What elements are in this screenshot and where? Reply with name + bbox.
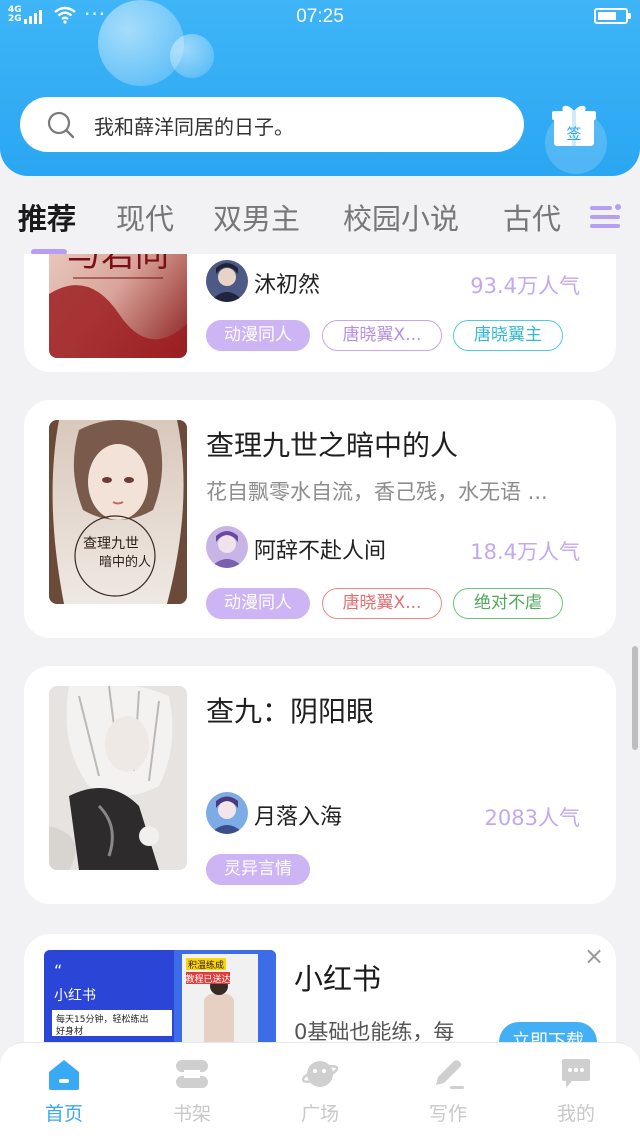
svg-text:小红书: 小红书 (54, 988, 96, 1004)
book-tag[interactable]: 动漫同人 (206, 320, 310, 351)
author-name: 阿辞不赴人间 (254, 539, 387, 564)
book-tag[interactable]: 灵异言情 (206, 854, 310, 885)
category-tabs: 推荐 现代 双男主 校园小说 古代 (0, 190, 640, 255)
bookshelf-icon (176, 1060, 208, 1088)
ad-image: 积温练成 教程已送达 “ 小红书 每天15分钟，轻松练出 好身材 (44, 950, 276, 1042)
search-icon (47, 111, 75, 139)
ad-description: 0基础也能练，每 (294, 1020, 455, 1042)
battery-icon (594, 8, 631, 24)
svg-text:好身材: 好身材 (56, 1025, 83, 1037)
pen-icon (436, 1060, 464, 1089)
tab-campus[interactable]: 校园小说 (343, 196, 459, 238)
ad-card[interactable]: 积温练成 教程已送达 “ 小红书 每天15分钟，轻松练出 好身材 小红书 0基础… (24, 934, 616, 1042)
chat-bubble-icon (562, 1059, 590, 1088)
tab-recommend[interactable]: 推荐 (18, 196, 76, 238)
svg-text:暗中的人: 暗中的人 (99, 554, 151, 570)
book-cover (49, 686, 187, 870)
search-bar[interactable]: 我和薛洋同居的日子。 (20, 97, 524, 152)
book-tag[interactable]: 绝对不虐 (453, 588, 563, 619)
author-avatar (206, 260, 248, 302)
svg-text:教程已送达: 教程已送达 (185, 973, 230, 985)
author-name: 沐初然 (254, 273, 321, 298)
nav-square[interactable]: 广场 (256, 1043, 384, 1138)
nav-label: 广场 (300, 1103, 339, 1125)
close-icon[interactable]: × (584, 942, 604, 970)
nav-bookshelf[interactable]: 书架 (128, 1043, 256, 1138)
gift-label: 签 (566, 125, 581, 143)
category-menu-icon[interactable] (588, 200, 622, 234)
decor-bubble (170, 34, 214, 78)
svg-text:“: “ (54, 961, 62, 980)
ad-title: 小红书 (294, 962, 382, 996)
status-bar: 4G 2G ··· 07:25 (0, 0, 640, 34)
book-tag[interactable]: 动漫同人 (206, 588, 310, 619)
svg-text:积温练成: 积温练成 (188, 959, 224, 971)
author-avatar (206, 526, 248, 568)
nav-label: 首页 (44, 1103, 83, 1125)
book-card[interactable]: 查理九世 暗中的人 查理九世之暗中的人 花自飘零水自流，香己残，水无语 ... … (24, 400, 616, 638)
gift-icon[interactable]: 签 (551, 102, 597, 148)
author-name: 月落入海 (254, 805, 343, 830)
nav-label: 我的 (556, 1103, 595, 1125)
svg-text:查理九世: 查理九世 (83, 536, 139, 552)
popularity: 18.4万人气 (470, 540, 580, 564)
book-cover: 查理九世 暗中的人 (49, 420, 187, 604)
top-header: 4G 2G ··· 07:25 我和薛洋同居的日子。 签 (0, 0, 640, 176)
nav-write[interactable]: 写作 (384, 1043, 512, 1138)
book-description: 花自飘零水自流，香己残，水无语 ... (206, 480, 548, 504)
book-tag[interactable]: 唐晓翼X... (322, 588, 442, 619)
popularity: 93.4万人气 (470, 274, 580, 298)
author-avatar (206, 792, 248, 834)
book-card[interactable]: 与君同 沐初然 93.4万人气 动漫同人 唐晓翼X... 唐晓翼主 (24, 254, 616, 372)
tab-ancient[interactable]: 古代 (503, 196, 561, 238)
nav-home[interactable]: 首页 (0, 1043, 128, 1138)
cover-title: 与君同 (67, 254, 169, 275)
nav-label: 写作 (428, 1103, 467, 1125)
book-card[interactable]: 查九：阴阳眼 月落入海 2083人气 灵异言情 (24, 666, 616, 904)
book-cover: 与君同 (49, 254, 187, 358)
book-list: 与君同 沐初然 93.4万人气 动漫同人 唐晓翼X... 唐晓翼主 查理九世 暗… (0, 254, 640, 1042)
popularity: 2083人气 (484, 806, 580, 830)
status-time: 07:25 (296, 6, 344, 27)
book-tag[interactable]: 唐晓翼X... (322, 320, 442, 351)
nav-mine[interactable]: 我的 (512, 1043, 640, 1138)
home-icon (49, 1060, 79, 1090)
search-placeholder: 我和薛洋同居的日子。 (94, 115, 294, 139)
battery-fill (598, 12, 616, 20)
nav-label: 书架 (172, 1103, 211, 1125)
tab-modern[interactable]: 现代 (116, 196, 174, 238)
scrollbar[interactable] (632, 646, 638, 750)
book-tag[interactable]: 唐晓翼主 (453, 320, 563, 351)
bottom-nav: 首页 书架 广场 写作 我的 (0, 1042, 640, 1138)
svg-text:每天15分钟，轻松练出: 每天15分钟，轻松练出 (56, 1013, 148, 1025)
download-button[interactable]: 立即下载 (499, 1022, 597, 1042)
book-title[interactable]: 查九：阴阳眼 (206, 690, 374, 730)
book-title[interactable]: 查理九世之暗中的人 (206, 424, 458, 464)
planet-icon (302, 1061, 338, 1087)
tab-double-male[interactable]: 双男主 (213, 196, 300, 238)
